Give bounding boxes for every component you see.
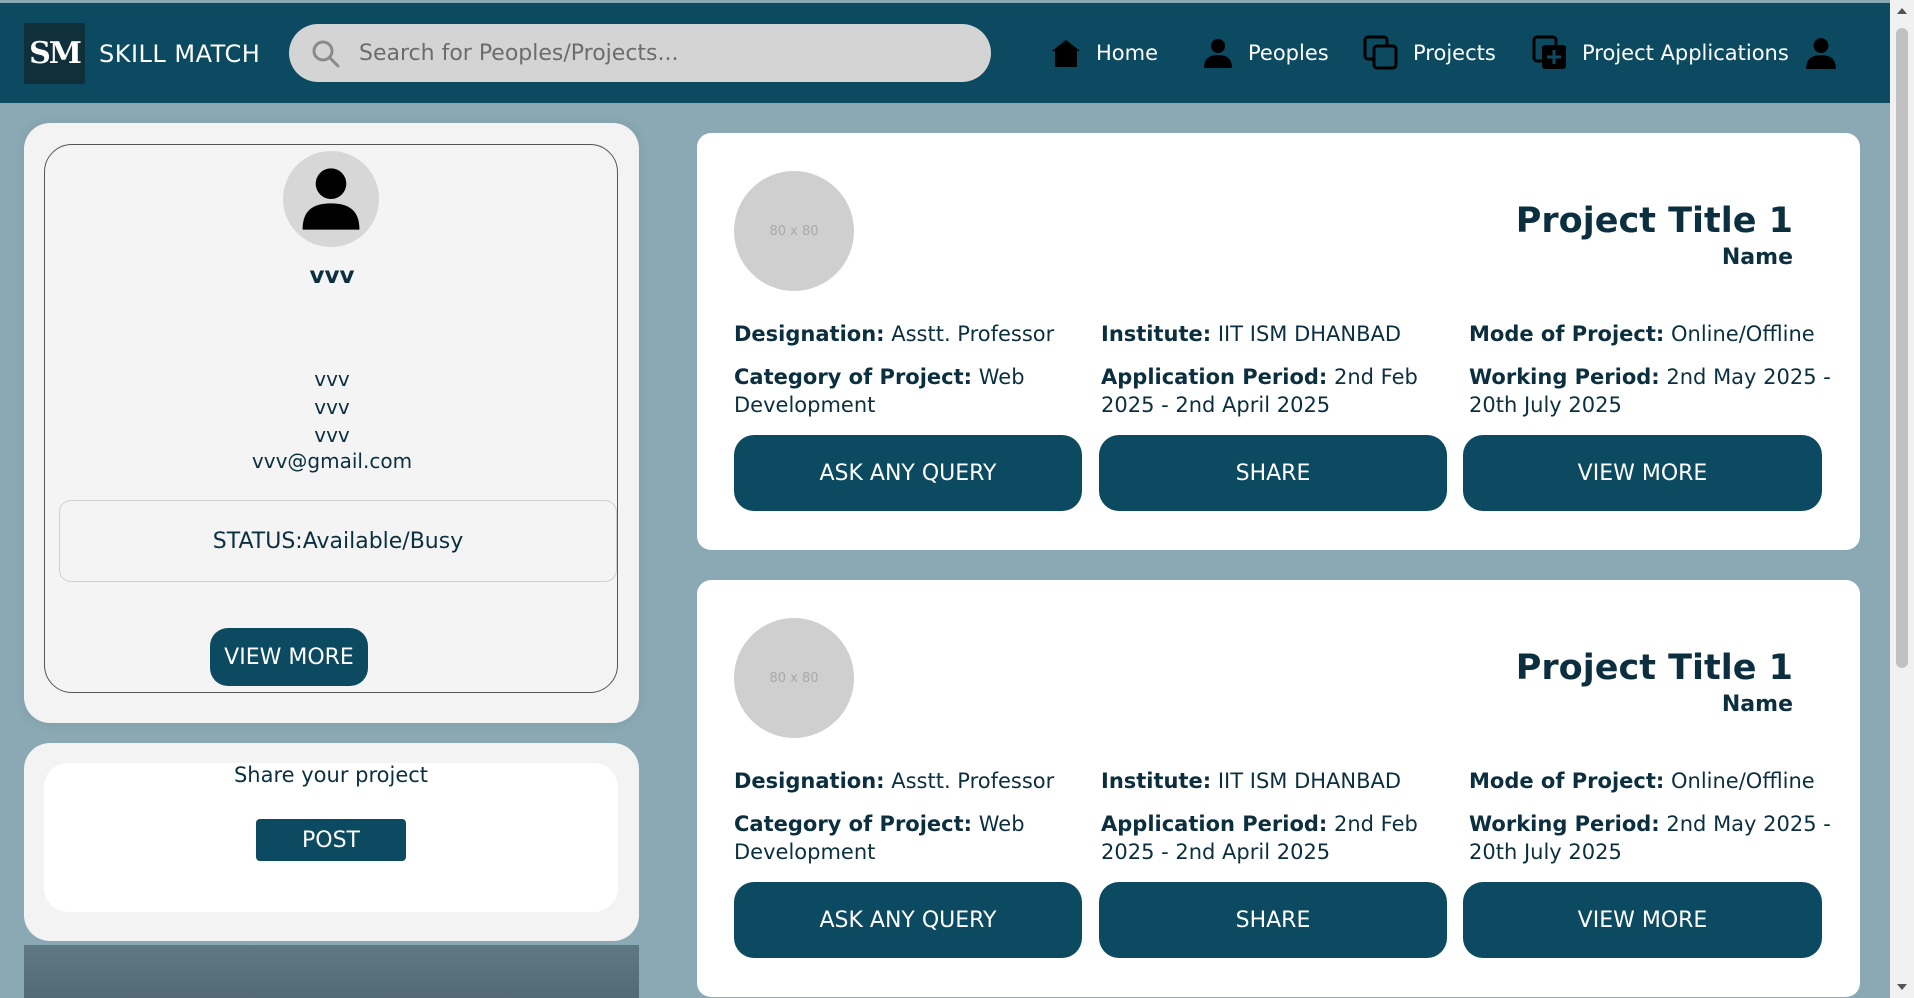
working-period-label: Working Period: [1469,365,1660,389]
profile-detail-line: vvv [314,367,350,391]
top-navbar: SM SKILL MATCH Home Peoples Projects [0,3,1890,103]
status-text: STATUS:Available/Busy [212,528,464,554]
project-card: 80 x 80 Project Title 1 Name Designation… [697,580,1860,997]
add-application-icon [1532,35,1566,69]
designation-field: Designation: Asstt. Professor [734,767,1094,795]
application-period-label: Application Period: [1101,812,1328,836]
profile-name: vvv [309,263,355,289]
institute-field: Institute: IIT ISM DHANBAD [1101,320,1461,348]
share-project-label: Share your project [233,763,429,787]
mode-value: Online/Offline [1670,322,1815,346]
institute-value: IIT ISM DHANBAD [1217,769,1402,793]
project-owner-name: Name [1721,245,1793,270]
scroll-down-arrow-icon[interactable] [1897,984,1907,990]
working-period-field: Working Period: 2nd May 2025 - 20th July… [1469,810,1834,866]
view-more-button[interactable]: VIEW MORE [1463,882,1822,958]
decorative-shadow [24,945,639,998]
nav-project-applications[interactable]: Project Applications [1532,33,1789,73]
category-field: Category of Project: Web Development [734,363,1089,419]
person-icon [1204,39,1232,68]
nav-projects[interactable]: Projects [1363,33,1496,73]
nav-peoples[interactable]: Peoples [1202,33,1329,73]
working-period-label: Working Period: [1469,812,1660,836]
search-bar[interactable] [289,24,991,82]
project-title: Project Title 1 [1515,201,1793,241]
profile-card-inner: vvv vvv vvv vvv vvv@gmail.com STATUS:Ava… [44,144,618,693]
nav-peoples-label: Peoples [1248,41,1329,65]
project-image-placeholder: 80 x 80 [734,618,854,738]
category-field: Category of Project: Web Development [734,810,1089,866]
user-icon [1806,38,1836,69]
institute-value: IIT ISM DHANBAD [1217,322,1402,346]
status-box: STATUS:Available/Busy [59,500,617,582]
mode-value: Online/Offline [1670,769,1815,793]
post-button[interactable]: POST [256,819,406,861]
share-button[interactable]: SHARE [1099,435,1447,511]
image-placeholder-text: 80 x 80 [769,223,819,239]
nav-home-label: Home [1096,41,1159,65]
scrollbar-thumb[interactable] [1896,28,1908,668]
projects-icon [1363,35,1398,70]
home-icon [1052,40,1080,67]
search-input[interactable] [359,36,959,70]
designation-field: Designation: Asstt. Professor [734,320,1094,348]
mode-label: Mode of Project: [1469,769,1665,793]
category-label: Category of Project: [734,365,973,389]
share-button[interactable]: SHARE [1099,882,1447,958]
designation-value: Asstt. Professor [891,322,1055,346]
logo[interactable]: SM [24,23,85,84]
profile-button[interactable] [1804,33,1852,73]
designation-label: Designation: [734,769,885,793]
working-period-field: Working Period: 2nd May 2025 - 20th July… [1469,363,1834,419]
project-owner-name: Name [1721,692,1793,717]
mode-field: Mode of Project: Online/Offline [1469,767,1849,795]
nav-home[interactable]: Home [1050,33,1158,73]
project-card: 80 x 80 Project Title 1 Name Designation… [697,133,1860,550]
search-icon [312,40,340,68]
application-period-field: Application Period: 2nd Feb 2025 - 2nd A… [1101,363,1461,419]
share-project-card: Share your project POST [24,743,639,941]
image-placeholder-text: 80 x 80 [769,670,819,686]
profile-email: vvv@gmail.com [251,449,413,473]
institute-field: Institute: IIT ISM DHANBAD [1101,767,1461,795]
mode-field: Mode of Project: Online/Offline [1469,320,1849,348]
ask-query-button[interactable]: ASK ANY QUERY [734,435,1082,511]
ask-query-button[interactable]: ASK ANY QUERY [734,882,1082,958]
mode-label: Mode of Project: [1469,322,1665,346]
page-scrollbar[interactable] [1890,0,1914,998]
avatar-person-icon [302,168,360,230]
institute-label: Institute: [1101,322,1212,346]
profile-card: vvv vvv vvv vvv vvv@gmail.com STATUS:Ava… [24,123,639,723]
application-period-field: Application Period: 2nd Feb 2025 - 2nd A… [1101,810,1461,866]
view-more-button[interactable]: VIEW MORE [1463,435,1822,511]
nav-project-applications-label: Project Applications [1582,41,1789,65]
scroll-up-arrow-icon[interactable] [1897,8,1907,14]
nav-projects-label: Projects [1413,41,1496,65]
designation-value: Asstt. Professor [891,769,1055,793]
institute-label: Institute: [1101,769,1212,793]
profile-detail-line: vvv [314,423,350,447]
application-period-label: Application Period: [1101,365,1328,389]
designation-label: Designation: [734,322,885,346]
profile-detail-line: vvv [314,395,350,419]
profile-view-more-button[interactable]: VIEW MORE [210,628,368,686]
category-label: Category of Project: [734,812,973,836]
project-image-placeholder: 80 x 80 [734,171,854,291]
brand-name[interactable]: SKILL MATCH [99,40,260,68]
share-project-inner: Share your project POST [44,763,618,912]
project-title: Project Title 1 [1515,648,1793,688]
avatar [283,151,379,247]
